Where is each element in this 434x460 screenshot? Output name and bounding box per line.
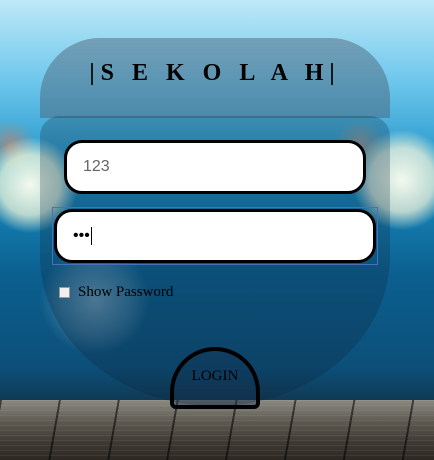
show-password-checkbox[interactable]: [59, 287, 70, 298]
login-button-label: LOGIN: [191, 367, 239, 384]
username-value: 123: [83, 158, 110, 175]
show-password-label: Show Password: [78, 284, 174, 300]
username-input[interactable]: 123: [64, 140, 366, 194]
password-input[interactable]: •••: [54, 209, 376, 263]
show-password-toggle[interactable]: Show Password: [59, 284, 173, 301]
wood-floor-background: [0, 400, 434, 460]
text-caret: [90, 227, 92, 245]
password-value: •••: [73, 227, 90, 244]
page-title: |S E K O L A H|: [89, 60, 341, 86]
